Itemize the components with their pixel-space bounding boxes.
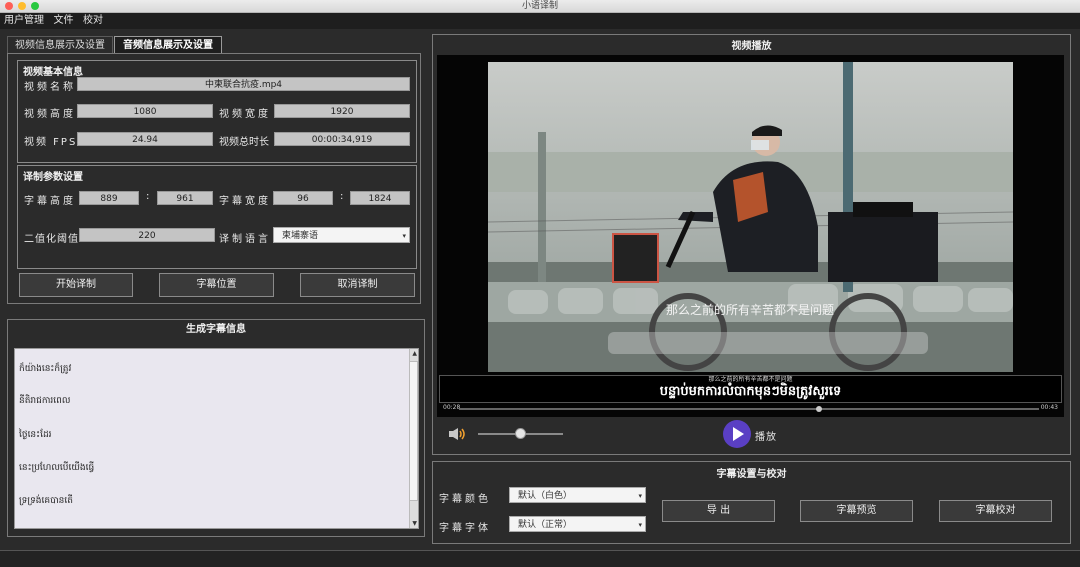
tab-video-info[interactable]: 视频信息展示及设置 [7,36,113,53]
scrollbar-thumb[interactable] [409,361,418,501]
language-label: 译制语言 [219,234,271,245]
subtitle-translation: បន្ទាប់មកការលំបាកមុនៗមិនត្រូវសួរទេ [659,384,842,399]
tab-audio-info[interactable]: 音频信息展示及设置 [114,36,222,54]
video-fps-field: 24.94 [77,132,213,146]
menu-bar: 用户管理 文件 校对 [0,13,1080,29]
language-value: 柬埔寨语 [282,231,319,241]
progress-slider-handle[interactable] [815,406,822,412]
translated-subtitle-bar: 那么之前的所有辛苦都不是问题 បន្ទាប់មកការលំបាកមុនៗមិនត… [439,375,1062,403]
start-translate-button[interactable]: 开始译制 [19,273,133,297]
cancel-translate-button[interactable]: 取消译制 [300,273,415,297]
subtitle-height-to-field[interactable]: 961 [157,191,213,205]
video-playback-title: 视频播放 [731,41,772,52]
subtitle-line: ទ្រទ្រង់គេបានតើ [19,496,73,506]
subtitle-preview-button[interactable]: 字幕预览 [800,500,913,522]
status-bar [0,550,1080,567]
subtitle-font-value: 默认（正常） [518,520,573,530]
volume-icon[interactable] [448,427,468,441]
colon-separator: : [340,191,344,202]
volume-slider[interactable] [478,428,563,439]
subtitle-settings-title: 字幕设置与校对 [716,469,787,480]
subtitle-font-label: 字幕字体 [439,523,491,534]
video-info-title: 视频基本信息 [23,67,83,78]
volume-slider-handle[interactable] [514,428,526,439]
subtitle-original-small: 那么之前的所有辛苦都不是问题 [708,376,793,383]
subtitle-font-select[interactable]: 默认（正常） ▾ [509,516,646,532]
params-group: 译制参数设置 [17,165,417,269]
video-height-label: 视频高度 [24,109,76,120]
chevron-down-icon: ▾ [638,521,642,529]
subtitle-position-button[interactable]: 字幕位置 [159,273,274,297]
window-titlebar: 小语译制 [0,0,1080,13]
threshold-field[interactable]: 220 [79,228,215,242]
time-current: 00:28 [443,404,461,411]
chevron-down-icon: ▾ [638,492,642,500]
video-duration-label: 视频总时长 [219,137,269,148]
video-fps-label: 视频 FPS [24,137,78,148]
subtitle-width-label: 字幕宽度 [219,196,271,207]
subtitle-width-from-field[interactable]: 96 [273,191,333,205]
video-display[interactable]: 那么之前的所有辛苦都不是问题 那么之前的所有辛苦都不是问题 បន្ទាប់មកក… [437,55,1064,417]
subtitle-line: ថ្ងៃនេះដែរ [19,430,52,440]
play-label[interactable]: 播放 [755,428,777,443]
video-name-label: 视频名称 [24,82,76,93]
generated-subtitles-textarea[interactable]: ក៏យ៉ាងនេះក៏ត្រូវ នីតិរាជការពេល ថ្ងៃនេះដែ… [14,348,419,529]
video-name-field: 中柬联合抗疫.mp4 [77,77,410,91]
subtitle-height-from-field[interactable]: 889 [79,191,139,205]
colon-separator: : [146,191,150,202]
language-select[interactable]: 柬埔寨语 ▾ [273,227,410,243]
scroll-down-icon[interactable]: ▼ [412,520,417,527]
subtitle-line: នីតិរាជការពេល [19,396,71,406]
burned-in-subtitle: 那么之前的所有辛苦都不是问题 [666,302,834,317]
play-icon [733,427,744,441]
threshold-label: 二值化阈值 [24,234,79,245]
subtitle-proof-button[interactable]: 字幕校对 [939,500,1052,522]
vertical-scrollbar[interactable]: ▲ ▼ [409,349,418,528]
subtitle-line: ក៏យ៉ាងនេះក៏ត្រូវ [19,364,72,374]
chevron-down-icon: ▾ [402,232,406,240]
subtitle-color-value: 默认（白色） [518,491,573,501]
video-width-field: 1920 [274,104,410,118]
video-duration-field: 00:00:34,919 [274,132,410,146]
video-width-label: 视频宽度 [219,109,271,120]
menu-proofread[interactable]: 校对 [83,13,103,29]
video-frame: 那么之前的所有辛苦都不是问题 [488,62,1013,372]
menu-user-management[interactable]: 用户管理 [4,13,44,29]
time-total: 00:43 [1040,404,1058,411]
play-button[interactable] [723,420,751,448]
subtitle-line: នេះប្រហែលបើយើងធ្វើ [19,463,95,473]
subtitle-width-to-field[interactable]: 1824 [350,191,410,205]
subtitle-color-select[interactable]: 默认（白色） ▾ [509,487,646,503]
scroll-up-icon[interactable]: ▲ [412,350,417,357]
menu-file[interactable]: 文件 [54,13,74,29]
generated-subtitles-title: 生成字幕信息 [186,324,246,335]
video-progress-slider[interactable] [459,406,1039,412]
video-height-field: 1080 [77,104,213,118]
export-button[interactable]: 导 出 [662,500,775,522]
subtitle-height-label: 字幕高度 [24,196,76,207]
video-scene-image: 那么之前的所有辛苦都不是问题 [488,62,1013,372]
subtitle-color-label: 字幕颜色 [439,494,491,505]
window-title: 小语译制 [521,1,558,11]
params-title: 译制参数设置 [23,172,83,183]
